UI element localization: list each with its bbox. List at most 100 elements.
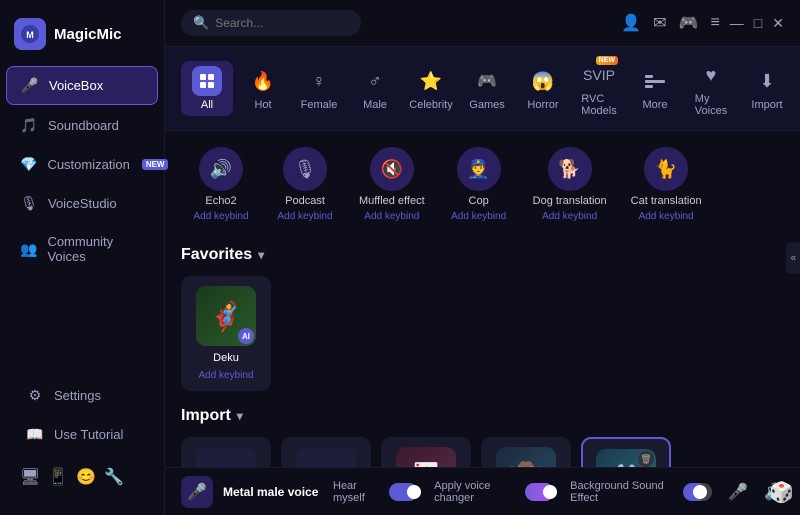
sidebar-item-customization[interactable]: 💎 Customization NEW xyxy=(6,146,158,183)
sidebar-item-settings[interactable]: ⚙ Settings xyxy=(12,377,152,414)
bugs-avatar: 🐰 🗑 xyxy=(596,449,656,467)
fav-card-deku[interactable]: 🦸 AI Deku Add keybind xyxy=(181,276,271,391)
category-horror[interactable]: 😱 Horror xyxy=(517,61,569,116)
category-all[interactable]: All xyxy=(181,61,233,116)
cop-keybind[interactable]: Add keybind xyxy=(451,211,506,222)
dog-keybind[interactable]: Add keybind xyxy=(542,211,597,222)
deku-ai-badge: AI xyxy=(238,328,254,344)
apply-changer-label: Apply voice changer xyxy=(434,480,519,504)
emoji-icon[interactable]: 😊 xyxy=(76,467,96,487)
gamepad-icon[interactable]: 🎮 xyxy=(679,13,699,33)
voicebox-icon: 🎤 xyxy=(21,77,39,94)
import-icon: ⬇ xyxy=(752,66,782,96)
category-celebrity-label: Celebrity xyxy=(409,99,452,111)
voice-card-podcast[interactable]: 🎙 Podcast Add keybind xyxy=(265,141,345,228)
tutorial-icon: 📖 xyxy=(26,426,44,443)
category-female[interactable]: ♀ Female xyxy=(293,61,345,116)
tools-icon[interactable]: 🔧 xyxy=(104,467,124,487)
voice-card-cat[interactable]: 🐈 Cat translation Add keybind xyxy=(621,141,712,228)
hear-myself-label: Hear myself xyxy=(333,480,383,504)
cat-avatar: 🐈 xyxy=(644,147,688,191)
menu-icon[interactable]: ≡ xyxy=(710,14,719,32)
deku-name: Deku xyxy=(213,352,239,364)
import-card-bugs[interactable]: 🐰 🗑 Bugs Bunny Add keybind xyxy=(581,437,671,467)
import-voice-avatar: + AI xyxy=(296,447,356,467)
sidebar-item-voicebox-label: VoiceBox xyxy=(49,78,103,93)
sidebar-bottom: ⚙ Settings 📖 Use Tutorial 🖥 📱 😊 🔧 xyxy=(0,367,164,505)
collapse-button[interactable]: « xyxy=(786,242,800,273)
category-hot[interactable]: 🔥 Hot xyxy=(237,61,289,116)
import-chevron[interactable]: ▾ xyxy=(237,409,243,423)
category-games[interactable]: 🎮 Games xyxy=(461,61,513,116)
customization-icon: 💎 xyxy=(20,156,37,173)
apply-changer-toggle[interactable] xyxy=(525,483,554,501)
voicestudio-icon: 🎙 xyxy=(20,195,38,212)
create-voice-card[interactable]: + Create voice xyxy=(181,437,271,467)
sidebar-item-soundboard[interactable]: 🎵 Soundboard xyxy=(6,107,158,144)
category-more[interactable]: More xyxy=(629,61,681,116)
mail-icon[interactable]: ✉ xyxy=(653,13,666,33)
import-card-sam[interactable]: 🤠 Sam Elliott Add keybind xyxy=(481,437,571,467)
import-card-yugi[interactable]: 🃏 AI Yugi Add keybind xyxy=(381,437,471,467)
close-button[interactable]: ✕ xyxy=(772,15,784,32)
voice-card-muffled[interactable]: 🔇 Muffled effect Add keybind xyxy=(349,141,435,228)
logo-icon: M xyxy=(14,18,46,50)
podcast-keybind[interactable]: Add keybind xyxy=(277,211,332,222)
podcast-name: Podcast xyxy=(285,195,325,207)
category-horror-label: Horror xyxy=(527,99,558,111)
import-section: Import ▾ + Create voice + xyxy=(181,407,784,467)
voice-card-dog[interactable]: 🐕 Dog translation Add keybind xyxy=(523,141,617,228)
window-controls: — □ ✕ xyxy=(730,15,784,32)
sidebar-item-voicestudio[interactable]: 🎙 VoiceStudio xyxy=(6,185,158,222)
echo2-avatar: 🔊 xyxy=(199,147,243,191)
topbar: 🔍 👤 ✉ 🎮 ≡ — □ ✕ xyxy=(165,0,800,47)
category-myvoices-label: My Voices xyxy=(695,93,727,117)
search-input[interactable] xyxy=(215,16,335,30)
category-games-label: Games xyxy=(469,99,504,111)
echo2-name: Echo2 xyxy=(205,195,236,207)
sidebar-item-communityvoices[interactable]: 👥 Community Voices xyxy=(6,224,158,274)
bottom-bar: 🎤 Metal male voice Hear myself Apply voi… xyxy=(165,467,800,515)
sidebar-item-settings-label: Settings xyxy=(54,388,101,403)
muffled-keybind[interactable]: Add keybind xyxy=(364,211,419,222)
favorites-section: Favorites ▾ 🦸 AI Deku Add keybind xyxy=(181,246,784,391)
sidebar: M MagicMic 🎤 VoiceBox 🎵 Soundboard 💎 Cus… xyxy=(0,0,165,515)
male-icon: ♂ xyxy=(360,66,390,96)
voice-card-echo2[interactable]: 🔊 Echo2 Add keybind xyxy=(181,141,261,228)
celebrity-icon: ⭐ xyxy=(416,66,446,96)
category-rvcmodels[interactable]: SVIP NEW RVC Models xyxy=(573,55,625,122)
category-more-label: More xyxy=(642,99,667,111)
all-icon xyxy=(192,66,222,96)
sidebar-item-voicestudio-label: VoiceStudio xyxy=(48,196,117,211)
favorites-title: Favorites ▾ xyxy=(181,246,784,264)
category-import[interactable]: ⬇ Import xyxy=(741,61,793,116)
category-myvoices[interactable]: ♥ My Voices xyxy=(685,55,737,122)
mic-icon[interactable]: 🎤 xyxy=(728,482,748,502)
bugs-delete-btn[interactable]: 🗑 xyxy=(638,451,654,467)
minimize-button[interactable]: — xyxy=(730,15,744,31)
app-name: MagicMic xyxy=(54,26,122,43)
maximize-button[interactable]: □ xyxy=(754,15,762,31)
dice-icon[interactable]: 🎲 xyxy=(769,480,794,505)
import-voice-card[interactable]: + AI Import Voice xyxy=(281,437,371,467)
cat-keybind[interactable]: Add keybind xyxy=(639,211,694,222)
user-icon[interactable]: 👤 xyxy=(621,13,641,33)
category-hot-label: Hot xyxy=(254,99,271,111)
echo2-keybind[interactable]: Add keybind xyxy=(193,211,248,222)
sidebar-item-voicebox[interactable]: 🎤 VoiceBox xyxy=(6,66,158,105)
search-box[interactable]: 🔍 xyxy=(181,10,361,36)
voice-card-cop[interactable]: 👮 Cop Add keybind xyxy=(439,141,519,228)
favorites-chevron[interactable]: ▾ xyxy=(258,248,264,262)
rvc-badge: NEW xyxy=(596,56,618,65)
current-voice-info: 🎤 Metal male voice xyxy=(181,476,321,508)
category-male[interactable]: ♂ Male xyxy=(349,61,401,116)
hear-myself-toggle[interactable] xyxy=(389,483,418,501)
mobile-icon[interactable]: 📱 xyxy=(48,467,68,487)
category-rvcmodels-label: RVC Models xyxy=(581,93,616,117)
app-logo: M MagicMic xyxy=(0,10,164,66)
monitor-icon[interactable]: 🖥 xyxy=(20,467,40,487)
deku-keybind[interactable]: Add keybind xyxy=(198,370,253,381)
category-celebrity[interactable]: ⭐ Celebrity xyxy=(405,61,457,116)
bg-sound-toggle[interactable] xyxy=(683,483,712,501)
sidebar-item-tutorial[interactable]: 📖 Use Tutorial xyxy=(12,416,152,453)
